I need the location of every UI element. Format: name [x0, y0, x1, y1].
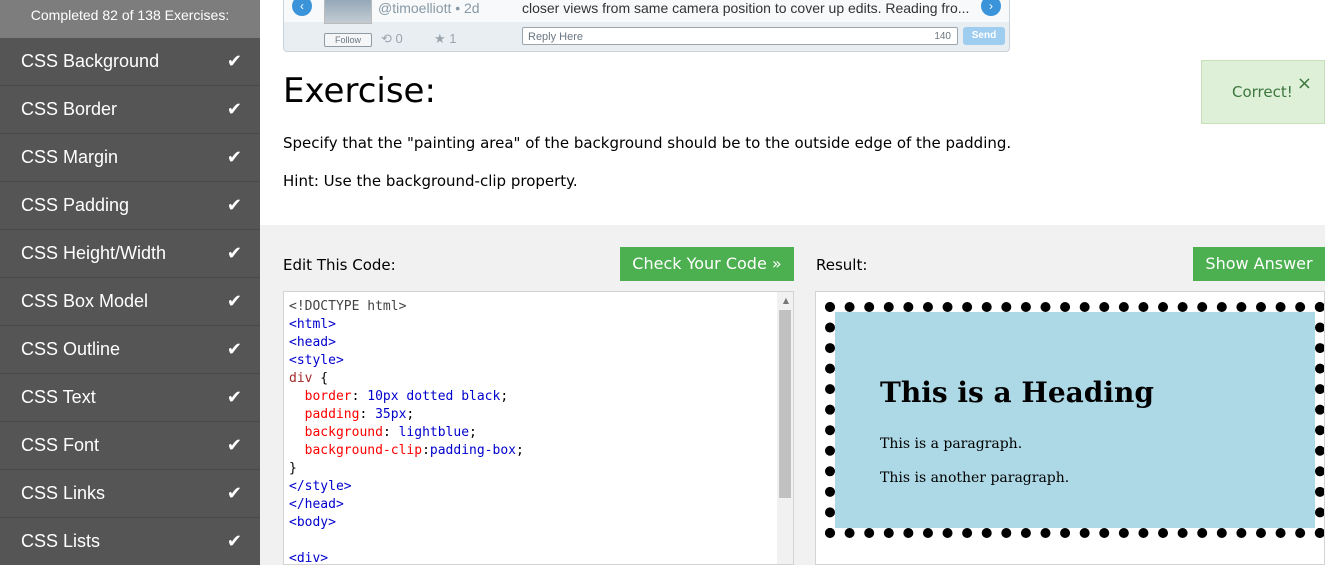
sidebar-item-css-outline[interactable]: CSS Outline ✔ [0, 326, 260, 374]
code-text[interactable]: <!DOCTYPE html> <html> <head> <style> di… [289, 298, 524, 564]
sidebar-item-css-font[interactable]: CSS Font ✔ [0, 422, 260, 470]
sidebar-item-label: CSS Padding [21, 195, 130, 215]
code-editor[interactable]: <!DOCTYPE html> <html> <head> <style> di… [283, 291, 794, 565]
sidebar-item-label: CSS Background [21, 51, 160, 71]
check-icon: ✔ [226, 243, 242, 263]
sidebar-item-css-lists[interactable]: CSS Lists ✔ [0, 518, 260, 565]
check-icon: ✔ [226, 51, 242, 71]
check-code-button[interactable]: Check Your Code » [620, 247, 794, 281]
show-answer-button[interactable]: Show Answer [1193, 247, 1325, 281]
follow-button[interactable]: Follow [324, 33, 372, 47]
tweet-widget: ‹ › @timoelliott • 2d closer views from … [283, 0, 1010, 52]
editor-scrollbar[interactable]: ▲ [777, 292, 793, 564]
sidebar: Completed 82 of 138 Exercises: CSS Backg… [0, 0, 260, 565]
check-icon: ✔ [226, 99, 242, 119]
check-icon: ✔ [226, 291, 242, 311]
retweet-icon: ⟲ [381, 31, 392, 46]
sidebar-item-label: CSS Height/Width [21, 243, 167, 263]
scroll-up-icon[interactable]: ▲ [783, 296, 789, 305]
result-paragraph-2: This is another paragraph. [880, 470, 1070, 486]
check-icon: ✔ [226, 435, 242, 455]
result-heading: This is a Heading [880, 376, 1154, 409]
result-div: This is a Heading This is a paragraph. T… [825, 302, 1324, 538]
exercise-hint: Hint: Use the background-clip property. [283, 172, 578, 190]
sidebar-item-label: CSS Outline [21, 339, 121, 359]
progress-text: Completed 82 of 138 Exercises: [0, 0, 260, 38]
reply-placeholder: Reply Here [528, 31, 584, 43]
tweet-handle[interactable]: @timoelliott • 2d [378, 0, 480, 16]
sidebar-item-css-box-model[interactable]: CSS Box Model ✔ [0, 278, 260, 326]
check-icon: ✔ [226, 339, 242, 359]
sidebar-item-label: CSS Links [21, 483, 106, 503]
sidebar-item-css-margin[interactable]: CSS Margin ✔ [0, 134, 260, 182]
reply-input[interactable]: Reply Here 140 [522, 27, 958, 45]
page-title: Exercise: [283, 71, 436, 111]
sidebar-item-label: CSS Text [21, 387, 96, 407]
sidebar-item-label: CSS Font [21, 435, 100, 455]
tweet-text: closer views from same camera position t… [522, 0, 970, 16]
result-paragraph: This is a paragraph. [880, 436, 1023, 452]
alert-text: Correct! [1232, 83, 1293, 101]
sidebar-item-label: CSS Margin [21, 147, 119, 167]
sidebar-item-label: CSS Border [21, 99, 118, 119]
sidebar-item-css-text[interactable]: CSS Text ✔ [0, 374, 260, 422]
sidebar-item-label: CSS Box Model [21, 291, 149, 311]
star-icon: ★ [434, 31, 446, 46]
send-button[interactable]: Send [963, 27, 1005, 45]
favorite-number: 1 [449, 31, 457, 46]
retweet-number: 0 [395, 31, 403, 46]
result-frame: This is a Heading This is a paragraph. T… [815, 291, 1325, 565]
favorite-count[interactable]: ★ 1 [434, 31, 457, 47]
sidebar-item-label: CSS Lists [21, 531, 101, 551]
edit-code-label: Edit This Code: [283, 256, 396, 274]
exercise-description: Specify that the "painting area" of the … [283, 134, 1012, 152]
correct-alert: Correct! × [1201, 60, 1325, 124]
retweet-count[interactable]: ⟲ 0 [381, 31, 403, 47]
sidebar-item-css-background[interactable]: CSS Background ✔ [0, 38, 260, 86]
char-count: 140 [934, 31, 951, 42]
close-icon[interactable]: × [1297, 73, 1312, 94]
check-icon: ✔ [226, 531, 242, 551]
check-icon: ✔ [226, 483, 242, 503]
check-icon: ✔ [226, 195, 242, 215]
check-icon: ✔ [226, 387, 242, 407]
scroll-thumb[interactable] [779, 310, 791, 498]
sidebar-item-css-padding[interactable]: CSS Padding ✔ [0, 182, 260, 230]
sidebar-item-css-links[interactable]: CSS Links ✔ [0, 470, 260, 518]
check-icon: ✔ [226, 147, 242, 167]
sidebar-item-css-border[interactable]: CSS Border ✔ [0, 86, 260, 134]
result-label: Result: [816, 256, 868, 274]
avatar[interactable] [324, 0, 372, 24]
sidebar-item-css-height-width[interactable]: CSS Height/Width ✔ [0, 230, 260, 278]
